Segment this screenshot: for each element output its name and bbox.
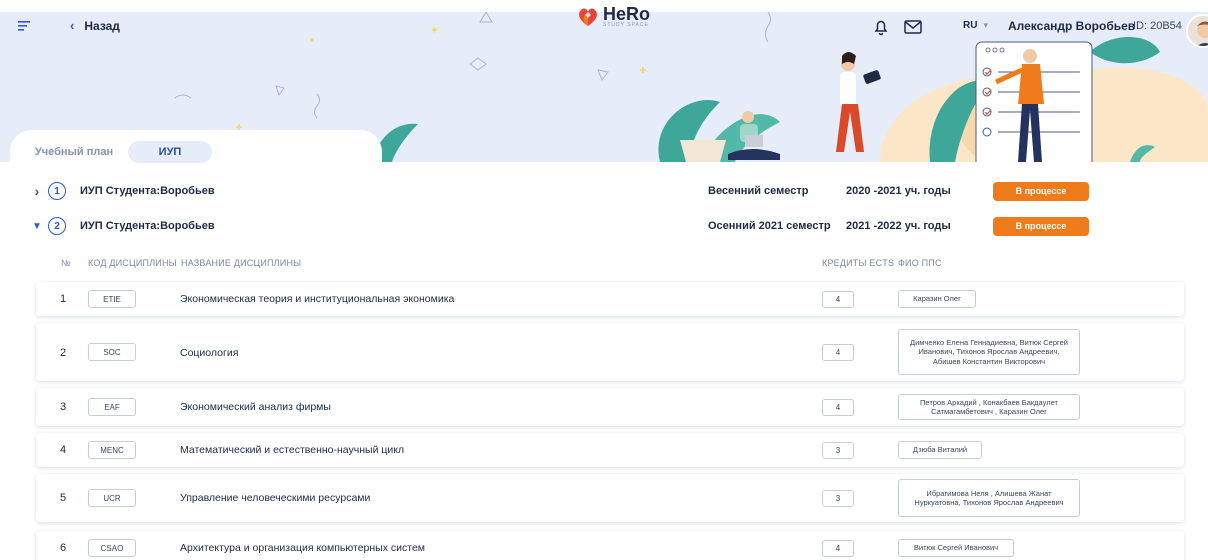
chevron-down-icon: ▾ [983, 20, 988, 30]
chevron-left-icon: ‹ [70, 18, 75, 33]
teacher-names: Дзюба Виталий [898, 441, 982, 459]
row-number: 5 [60, 492, 67, 504]
credits-value: 4 [822, 399, 854, 416]
discipline-name: Экономический анализ фирмы [180, 401, 331, 413]
status-badge: В процессе [993, 216, 1089, 236]
plan-years: 2020 -2021 уч. годы [846, 185, 951, 197]
discipline-name: Социология [180, 347, 239, 359]
credits-value: 4 [822, 344, 854, 361]
row-number: 1 [60, 293, 67, 305]
column-header-num: № [61, 258, 71, 268]
plan-row-1[interactable]: › 1 ИУП Студента:Воробьев Весенний семес… [30, 179, 1110, 203]
discipline-name: Математический и естественно-научный цик… [180, 444, 405, 456]
discipline-code: UCR [88, 489, 136, 507]
table-row[interactable]: 6 CSAO Архитектура и организация компьют… [36, 531, 1184, 560]
discipline-name: Экономическая теория и институциональная… [180, 293, 455, 305]
row-number: 6 [60, 542, 67, 554]
discipline-name: Управление человеческими ресурсами [180, 492, 371, 504]
credits-value: 4 [822, 540, 854, 557]
back-label: Назад [84, 18, 120, 33]
credits-value: 3 [822, 490, 854, 507]
discipline-code: MENC [88, 441, 136, 459]
row-number: 3 [60, 401, 67, 413]
teacher-names: Витюк Сергей Иванович [898, 539, 1014, 557]
table-row[interactable]: 5 UCR Управление человеческими ресурсами… [36, 474, 1184, 522]
mail-icon[interactable] [904, 20, 922, 34]
credits-value: 4 [822, 291, 854, 308]
plan-index: 2 [48, 217, 66, 235]
table-row[interactable]: 4 MENC Математический и естественно-науч… [36, 433, 1184, 467]
tab-curriculum[interactable]: Учебный план [28, 141, 120, 163]
language-selector[interactable]: RU ▾ [963, 20, 988, 31]
plan-semester: Весенний семестр [708, 185, 809, 197]
column-header-name: НАЗВАНИЕ ДИСЦИПЛИНЫ [181, 258, 302, 268]
credits-value: 3 [822, 442, 854, 459]
discipline-name: Архитектура и организация компьютерных с… [180, 542, 426, 554]
status-badge: В процессе [993, 181, 1089, 201]
plan-index: 1 [48, 182, 66, 200]
tab-iup[interactable]: ИУП [128, 141, 212, 163]
teacher-names: Ибрагимова Неля , Алишева Жанат Нуркуато… [898, 479, 1080, 517]
column-header-credits: КРЕДИТЫ ECTS [822, 258, 895, 268]
chevron-right-icon[interactable]: › [30, 183, 44, 199]
plan-years: 2021 -2022 уч. годы [846, 220, 951, 232]
plan-title: ИУП Студента:Воробьев [80, 220, 215, 232]
row-number: 2 [60, 347, 67, 359]
logo-mark-icon [579, 8, 597, 26]
language-value: RU [963, 20, 978, 31]
logo-subtitle: STUDY SPACE [603, 22, 649, 28]
logo[interactable]: HeRo STUDY SPACE [577, 4, 651, 28]
table-row[interactable]: 2 SOC Социология 4 Димченко Елена Геннад… [36, 323, 1184, 381]
teacher-names: Петров Аркадий , Конакбаев Бакдаулет Сат… [898, 394, 1080, 420]
teacher-names: Димченко Елена Геннадиевна, Витюк Сергей… [898, 329, 1080, 375]
plan-title: ИУП Студента:Воробьев [80, 185, 215, 197]
user-name[interactable]: Александр Воробьев [1008, 19, 1135, 33]
chevron-down-icon[interactable]: ▼ [30, 221, 44, 232]
column-header-teacher: ФИО ППС [898, 258, 942, 268]
discipline-code: ETIE [88, 290, 136, 308]
plan-row-2[interactable]: ▼ 2 ИУП Студента:Воробьев Осенний 2021 с… [30, 214, 1110, 238]
table-row[interactable]: 3 EAF Экономический анализ фирмы 4 Петро… [36, 388, 1184, 426]
user-id: ID: 20B54 [1133, 20, 1182, 32]
logo-text: HeRo [603, 4, 651, 24]
row-number: 4 [60, 444, 67, 456]
menu-icon[interactable] [18, 20, 32, 32]
notifications-bell-icon[interactable] [873, 18, 889, 36]
table-row[interactable]: 1 ETIE Экономическая теория и институцио… [36, 282, 1184, 316]
discipline-code: EAF [88, 398, 136, 416]
column-header-code: КОД ДИСЦИПЛИНЫ [88, 258, 177, 268]
discipline-code: CSAO [88, 539, 136, 557]
back-button[interactable]: ‹ Назад [70, 18, 120, 33]
plan-semester: Осенний 2021 семестр [708, 220, 831, 232]
discipline-code: SOC [88, 343, 136, 361]
teacher-names: Каразин Олег [898, 290, 976, 308]
